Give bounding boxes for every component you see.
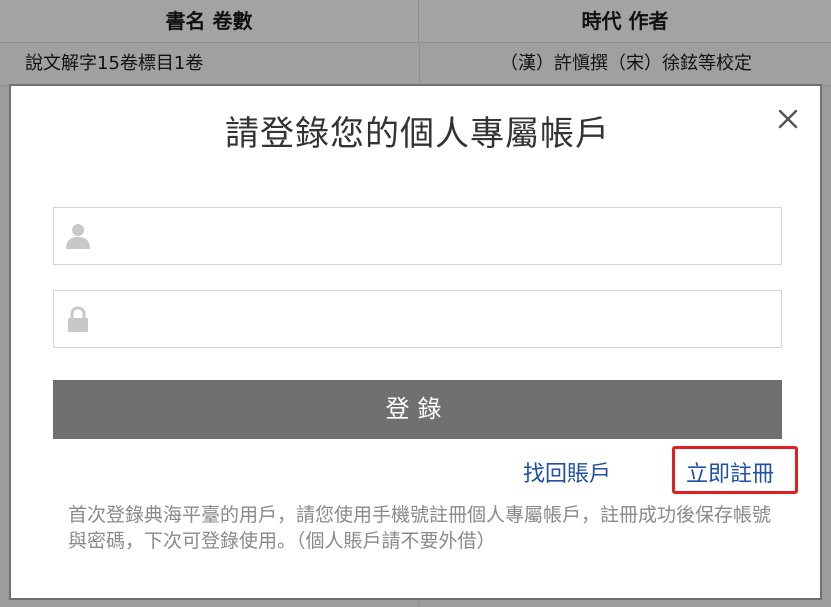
password-input[interactable] (104, 291, 778, 349)
user-icon (66, 224, 90, 249)
username-input[interactable] (104, 208, 778, 266)
login-modal: 請登錄您的個人專屬帳戶 登錄 找回賬戶 立即註冊 首次登錄典海平臺的用戶，請您使… (9, 84, 822, 600)
username-field[interactable] (53, 207, 782, 266)
recover-account-link[interactable]: 找回賬戶 (523, 456, 611, 488)
table-header-title: 書名 卷數 (0, 0, 419, 42)
register-link[interactable]: 立即註冊 (686, 456, 774, 488)
table-row[interactable]: 說文解字15卷標目1卷 （漢）許愼撰（宋）徐鉉等校定 (0, 43, 831, 85)
password-field[interactable] (53, 290, 782, 349)
close-icon (778, 109, 798, 129)
close-button[interactable] (775, 106, 801, 132)
login-button[interactable]: 登錄 (53, 380, 782, 439)
login-notice: 首次登錄典海平臺的用戶，請您使用手機號註冊個人專屬帳戶，註冊成功後保存帳號與密碼… (68, 504, 772, 552)
page: 書名 卷數 時代 作者 說文解字15卷標目1卷 （漢）許愼撰（宋）徐鉉等校定 請… (0, 0, 831, 607)
lock-icon (68, 306, 88, 332)
modal-title: 請登錄您的個人專屬帳戶 (225, 114, 610, 154)
table-header: 書名 卷數 時代 作者 (0, 0, 831, 43)
table-cell-author: （漢）許愼撰（宋）徐鉉等校定 (419, 43, 831, 85)
table-header-author: 時代 作者 (581, 9, 669, 33)
table-cell-title: 說文解字15卷標目1卷 (25, 53, 204, 74)
